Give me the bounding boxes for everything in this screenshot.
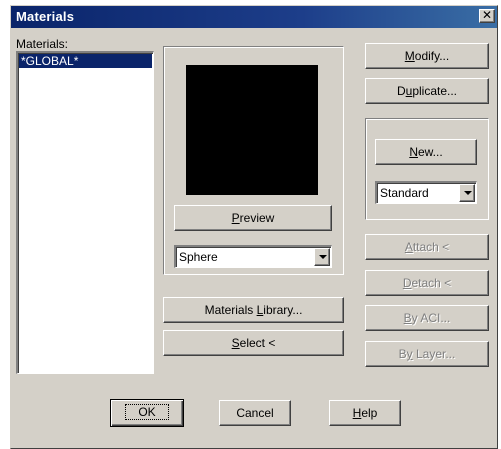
ok-focus-rect: OK	[125, 404, 169, 420]
preview-shape-select[interactable]: Sphere	[174, 245, 332, 268]
materials-list-label: Materials:	[16, 37, 69, 51]
preview-shape-value: Sphere	[179, 250, 218, 264]
select-post: elect <	[239, 336, 276, 350]
by-aci-button[interactable]: By ACI...	[365, 305, 489, 331]
materials-library-button[interactable]: Materials Library...	[163, 297, 344, 323]
window-title: Materials	[16, 9, 75, 24]
close-icon[interactable]: ✕	[479, 9, 495, 23]
by-layer-button[interactable]: By Layer...	[365, 341, 489, 367]
materials-library-post: ibrary...	[263, 303, 303, 317]
select-mnemonic: S	[231, 336, 240, 350]
modify-button[interactable]: Modify...	[365, 43, 489, 69]
new-mnemonic: N	[409, 145, 418, 159]
new-type-select[interactable]: Standard	[375, 181, 477, 204]
select-button[interactable]: Select <	[163, 330, 344, 356]
new-post: ew...	[417, 145, 443, 159]
new-button[interactable]: New...	[375, 139, 477, 165]
modify-mnemonic: M	[404, 49, 415, 63]
help-post: elp	[361, 406, 378, 420]
materials-library-pre: Materials	[204, 303, 257, 317]
by-layer-pre: B	[398, 347, 407, 361]
new-material-group: New... Standard	[365, 118, 489, 220]
by-aci-post: y ACI...	[411, 311, 451, 325]
duplicate-post: plicate...	[412, 84, 458, 98]
detach-post: etach <	[411, 276, 452, 290]
preview-mnemonic: P	[231, 211, 240, 225]
title-bar[interactable]: Materials ✕	[11, 6, 497, 28]
preview-button[interactable]: Preview	[174, 205, 332, 231]
preview-group: Preview Sphere	[163, 46, 344, 275]
ok-button[interactable]: OK	[110, 399, 184, 427]
detach-button[interactable]: Detach <	[365, 270, 489, 296]
modify-post: odify...	[414, 49, 450, 63]
new-type-value: Standard	[380, 186, 429, 200]
attach-button[interactable]: Attach <	[365, 234, 489, 260]
materials-dialog: Materials ✕ Materials: *GLOBAL* Preview …	[10, 5, 498, 449]
list-item[interactable]: *GLOBAL*	[19, 54, 152, 68]
preview-label-post: review	[239, 211, 275, 225]
attach-mnemonic: A	[404, 240, 413, 254]
duplicate-pre: D	[396, 84, 406, 98]
attach-post: ttach <	[412, 240, 450, 254]
materials-listbox[interactable]: *GLOBAL*	[16, 51, 154, 374]
chevron-down-icon[interactable]	[459, 184, 475, 202]
cancel-button[interactable]: Cancel	[219, 400, 291, 426]
material-preview-swatch	[186, 65, 318, 195]
help-button[interactable]: Help	[329, 400, 401, 426]
chevron-down-icon[interactable]	[314, 248, 330, 266]
by-aci-mnemonic: B	[403, 311, 412, 325]
duplicate-button[interactable]: Duplicate...	[365, 78, 489, 104]
by-layer-post: Layer...	[412, 347, 456, 361]
